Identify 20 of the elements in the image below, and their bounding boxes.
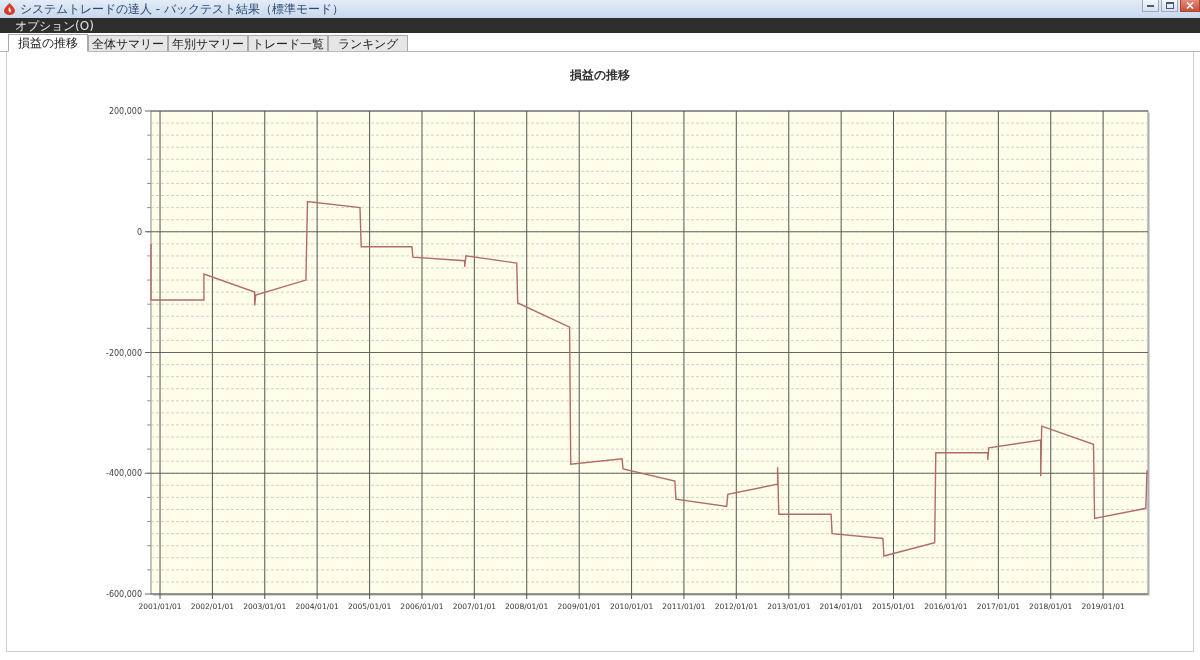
minimize-button[interactable]: [1142, 0, 1159, 12]
y-axis-label: -200,000: [106, 348, 142, 358]
close-button[interactable]: [1180, 0, 1200, 12]
menu-item[interactable]: オプション(O): [12, 18, 97, 33]
tab[interactable]: 損益の推移: [8, 34, 88, 52]
chart-title: 損益の推移: [570, 68, 630, 82]
maximize-icon: [1165, 2, 1174, 9]
tab[interactable]: 年別サマリー: [168, 35, 248, 51]
close-icon: [1186, 2, 1194, 9]
tab[interactable]: トレード一覧: [248, 35, 328, 51]
y-axis-label: -400,000: [106, 469, 142, 479]
window-title: システムトレードの達人 - バックテスト結果（標準モード）: [20, 1, 344, 17]
tab[interactable]: ランキング: [328, 35, 408, 51]
minimize-icon: [1147, 4, 1154, 7]
logo-icon: [4, 3, 15, 15]
tab[interactable]: 全体サマリー: [88, 35, 168, 51]
y-axis-label: -600,000: [106, 590, 142, 599]
y-axis-label: 200,000: [108, 107, 142, 116]
maximize-button[interactable]: [1161, 0, 1178, 12]
y-axis-label: 0: [136, 227, 142, 237]
